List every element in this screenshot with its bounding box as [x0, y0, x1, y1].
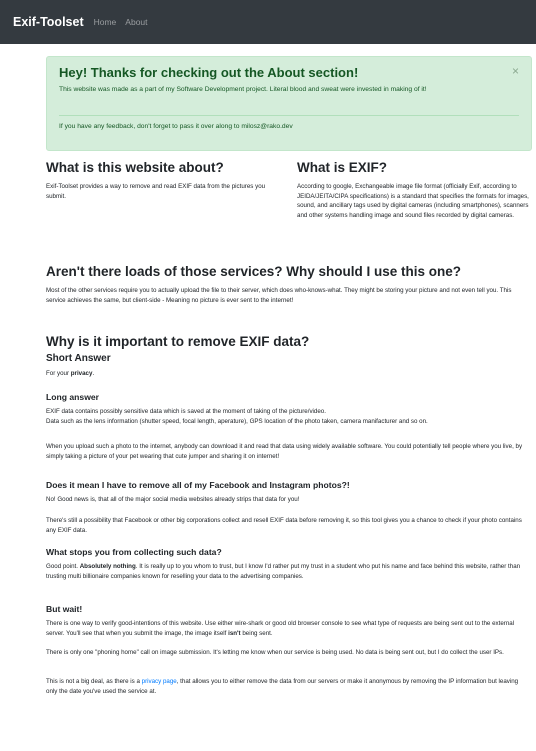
about-text: Exif-Toolset provides a way to remove an…: [46, 183, 266, 200]
nav-link-about[interactable]: About: [125, 17, 147, 27]
close-icon[interactable]: ×: [512, 64, 519, 78]
short-answer-title: Short Answer: [46, 353, 111, 364]
but-wait-title: But wait!: [46, 604, 83, 614]
facebook-text-2: There's still a possibility that Faceboo…: [46, 517, 522, 534]
but-wait-text-2: There is only one "phoning home" call on…: [46, 649, 504, 656]
alert-divider: [59, 115, 519, 116]
services-title: Aren't there loads of those services? Wh…: [46, 264, 462, 279]
alert-heading: Hey! Thanks for checking out the About s…: [59, 65, 359, 80]
about-title: What is this website about?: [46, 160, 224, 175]
privacy-page-link[interactable]: privacy page: [142, 678, 177, 685]
facebook-title: Does it mean I have to remove all of my …: [46, 480, 350, 490]
alert-text: This website was made as a part of my So…: [59, 86, 427, 93]
exif-text: According to google, Exchangeable image …: [297, 183, 529, 219]
exif-title: What is EXIF?: [297, 160, 388, 175]
navbar: Exif-Toolset Home About: [0, 0, 536, 44]
about-alert: Hey! Thanks for checking out the About s…: [46, 56, 532, 151]
but-wait-text-3: This is not a big deal, as there is a pr…: [46, 678, 519, 695]
why-title: Why is it important to remove EXIF data?: [46, 334, 310, 349]
collecting-text: Good point. Absolutely nothing. It is re…: [46, 563, 521, 580]
brand-logo[interactable]: Exif-Toolset: [13, 15, 84, 29]
services-text: Most of the other services require you t…: [46, 287, 512, 304]
facebook-text-1: No! Good news is, that all of the major …: [46, 496, 300, 503]
long-answer-text-2: Data such as the lens information (shutt…: [46, 418, 428, 425]
but-wait-text-1: There is one way to verify good-intentio…: [46, 620, 515, 637]
long-answer-text-1: EXIF data contains possibly sensitive da…: [46, 408, 326, 415]
alert-feedback-text: If you have any feedback, don't forget t…: [59, 123, 293, 130]
collecting-title: What stops you from collecting such data…: [46, 547, 222, 557]
short-answer-text: For your privacy.: [46, 370, 95, 377]
long-answer-title: Long answer: [46, 392, 100, 402]
long-answer-text-3: When you upload such a photo to the inte…: [46, 443, 523, 460]
nav-link-home[interactable]: Home: [94, 17, 117, 27]
